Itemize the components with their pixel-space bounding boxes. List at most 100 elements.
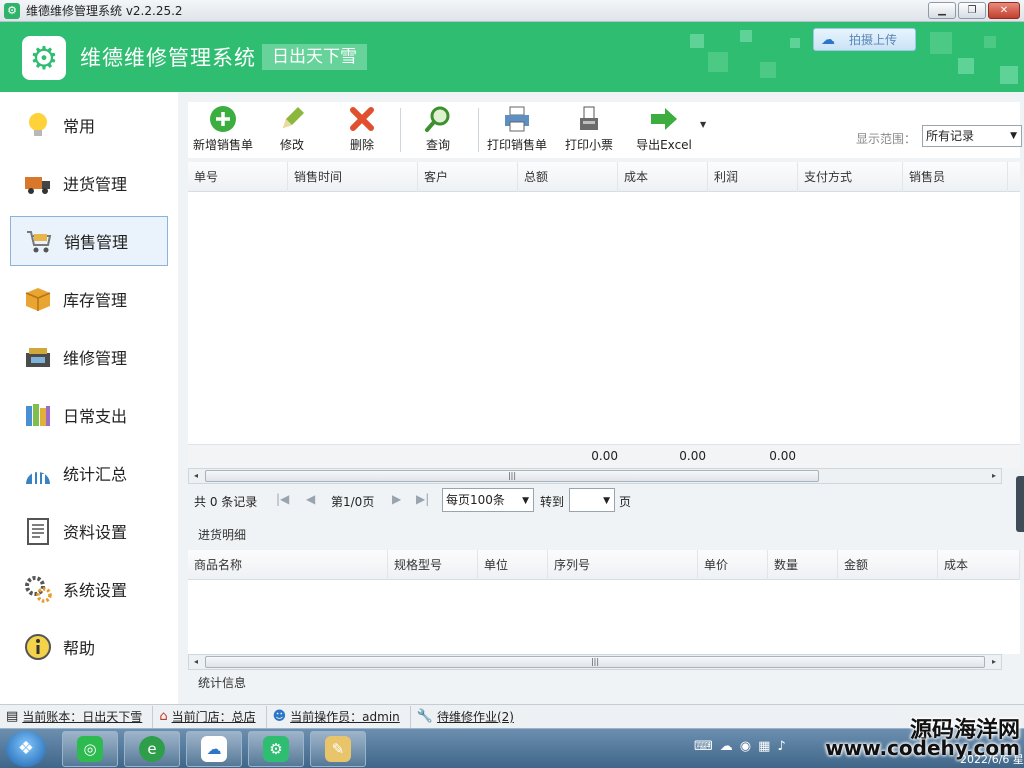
column-header[interactable]: 单号 bbox=[188, 162, 288, 192]
column-header[interactable]: 单价 bbox=[698, 550, 768, 580]
wechat-icon: ◎ bbox=[77, 736, 103, 762]
column-header[interactable]: 总额 bbox=[518, 162, 618, 192]
system-tray: ⌨ ☁ ◉ ▦ ♪ bbox=[694, 739, 786, 754]
detail-grid[interactable]: 商品名称 规格型号 单位 序列号 单价 数量 金额 成本 bbox=[188, 550, 1020, 654]
app-gear-icon: ⚙ bbox=[4, 2, 20, 19]
status-account[interactable]: ▤ 当前账本：日出天下雪 bbox=[0, 705, 154, 728]
print-sale-label: 打印销售单 bbox=[486, 138, 547, 152]
column-header[interactable]: 客户 bbox=[418, 162, 518, 192]
sales-grid[interactable]: 单号 销售时间 客户 总额 成本 利润 支付方式 销售员 bbox=[188, 162, 1020, 444]
sidebar-item-sales[interactable]: 销售管理 bbox=[10, 216, 168, 266]
status-pending-text: 待维修作业(2) bbox=[436, 710, 514, 724]
column-header[interactable]: 支付方式 bbox=[798, 162, 903, 192]
column-header[interactable]: 金额 bbox=[838, 550, 938, 580]
column-header[interactable]: 数量 bbox=[768, 550, 838, 580]
print-receipt-button[interactable]: 打印小票 bbox=[560, 102, 618, 158]
title-bar[interactable]: ⚙ 维德维修管理系统 v2.2.25.2 ▁ ❐ ✕ bbox=[0, 0, 1024, 22]
keyboard-icon[interactable]: ⌨ bbox=[694, 739, 713, 754]
prev-page-icon[interactable]: ◀ bbox=[306, 492, 315, 506]
watermark-line2: www.codehy.com bbox=[825, 736, 1020, 760]
print-sale-button[interactable]: 打印销售单 bbox=[484, 102, 550, 158]
status-pending-repair[interactable]: 🔧 待维修作业(2) bbox=[411, 706, 524, 728]
sidebar-item-data-settings[interactable]: 资料设置 bbox=[10, 506, 168, 556]
minimize-button[interactable]: ▁ bbox=[928, 2, 956, 19]
sidebar-item-repair[interactable]: 维修管理 bbox=[10, 332, 168, 382]
document-icon bbox=[22, 515, 54, 547]
taskbar-app-cloud[interactable]: ☁ bbox=[186, 731, 242, 767]
goto-page-select[interactable]: ▼ bbox=[569, 488, 615, 512]
decor-square bbox=[984, 36, 996, 48]
cloud-upload-button[interactable]: ☁ 拍摄上传 bbox=[813, 28, 916, 51]
column-header[interactable]: 销售时间 bbox=[288, 162, 418, 192]
taskbar-app-browser[interactable]: e bbox=[124, 731, 180, 767]
taskbar-app-wechat[interactable]: ◎ bbox=[62, 731, 118, 767]
sidebar-item-label: 统计汇总 bbox=[63, 465, 128, 484]
decor-square bbox=[930, 32, 952, 54]
status-bar: ▤ 当前账本：日出天下雪 ⌂ 当前门店：总店 ☻ 当前操作员：admin 🔧 待… bbox=[0, 704, 1024, 728]
toolbar-separator bbox=[400, 108, 401, 152]
status-store[interactable]: ⌂ 当前门店：总店 bbox=[153, 705, 267, 728]
window-controls: ▁ ❐ ✕ bbox=[928, 2, 1020, 19]
scroll-left-icon[interactable]: ◂ bbox=[189, 655, 203, 669]
sidebar-item-system-settings[interactable]: 系统设置 bbox=[10, 564, 168, 614]
operator-icon: ☻ bbox=[272, 709, 287, 724]
page-size-select[interactable]: 每页100条 ▼ bbox=[442, 488, 534, 512]
column-header[interactable]: 利润 bbox=[708, 162, 798, 192]
last-page-icon[interactable]: ▶| bbox=[416, 492, 429, 506]
taskbar-app-paint[interactable]: ✎ bbox=[310, 731, 366, 767]
app-gear-icon: ⚙ bbox=[263, 736, 289, 762]
status-operator[interactable]: ☻ 当前操作员：admin bbox=[267, 705, 411, 728]
column-header[interactable]: 商品名称 bbox=[188, 550, 388, 580]
decor-square bbox=[790, 38, 800, 48]
sidebar-item-expense[interactable]: 日常支出 bbox=[10, 390, 168, 440]
detail-horizontal-scrollbar[interactable]: ◂ ||| ▸ bbox=[188, 654, 1002, 670]
sales-horizontal-scrollbar[interactable]: ◂ ||| ▸ bbox=[188, 468, 1002, 484]
page-indicator: 第1/0页 bbox=[331, 495, 375, 509]
wrench-icon: 🔧 bbox=[416, 709, 433, 724]
column-header[interactable]: 成本 bbox=[618, 162, 708, 192]
query-button[interactable]: 查询 bbox=[414, 102, 462, 158]
decor-square bbox=[1000, 66, 1018, 84]
scroll-left-icon[interactable]: ◂ bbox=[189, 469, 203, 483]
sidebar-item-common[interactable]: 常用 bbox=[10, 100, 168, 150]
scroll-right-icon[interactable]: ▸ bbox=[987, 655, 1001, 669]
sidebar-item-help[interactable]: 帮助 bbox=[10, 622, 168, 672]
scrollbar-thumb[interactable]: ||| bbox=[205, 470, 819, 482]
column-header[interactable]: 序列号 bbox=[548, 550, 698, 580]
scroll-right-icon[interactable]: ▸ bbox=[987, 469, 1001, 483]
column-header[interactable]: 成本 bbox=[938, 550, 1020, 580]
side-grip-handle[interactable] bbox=[1016, 476, 1024, 532]
volume-icon[interactable]: ♪ bbox=[777, 739, 785, 754]
box-icon bbox=[22, 283, 54, 315]
app-header: ⚙ 维德维修管理系统 日出天下雪 ☁ 拍摄上传 bbox=[0, 22, 1024, 92]
start-button[interactable]: ❖ bbox=[6, 731, 46, 767]
delete-button[interactable]: 删除 bbox=[338, 102, 386, 158]
column-header[interactable]: 单位 bbox=[478, 550, 548, 580]
cloud-icon[interactable]: ☁ bbox=[720, 739, 733, 754]
restore-button[interactable]: ❐ bbox=[958, 2, 986, 19]
column-header[interactable]: 销售员 bbox=[903, 162, 1008, 192]
export-excel-button[interactable]: 导出Excel bbox=[628, 102, 700, 158]
network-icon[interactable]: ▦ bbox=[758, 739, 770, 754]
new-sale-button[interactable]: 新增销售单 bbox=[190, 102, 256, 158]
new-sale-label: 新增销售单 bbox=[192, 138, 253, 152]
close-button[interactable]: ✕ bbox=[988, 2, 1020, 19]
column-header[interactable]: 规格型号 bbox=[388, 550, 478, 580]
range-select[interactable]: 所有记录 ▼ bbox=[922, 125, 1022, 147]
sidebar-item-inventory[interactable]: 库存管理 bbox=[10, 274, 168, 324]
sidebar-item-statistics[interactable]: 统计汇总 bbox=[10, 448, 168, 498]
edit-button[interactable]: 修改 bbox=[268, 102, 316, 158]
first-page-icon[interactable]: |◀ bbox=[276, 492, 289, 506]
export-dropdown-icon[interactable]: ▼ bbox=[700, 120, 706, 129]
chat-icon[interactable]: ◉ bbox=[740, 739, 751, 754]
scrollbar-thumb[interactable]: ||| bbox=[205, 656, 985, 668]
delete-label: 删除 bbox=[349, 138, 374, 152]
detail-section-label: 进货明细 bbox=[198, 528, 247, 542]
shopping-cart-icon bbox=[23, 225, 55, 257]
next-page-icon[interactable]: ▶ bbox=[392, 492, 401, 506]
sidebar-item-purchase[interactable]: 进货管理 bbox=[10, 158, 168, 208]
export-excel-label: 导出Excel bbox=[636, 138, 692, 152]
app-window: ⚙ 维德维修管理系统 v2.2.25.2 ▁ ❐ ✕ ⚙ 维德维修管理系统 日出… bbox=[0, 0, 1024, 768]
taskbar-app-repair-system[interactable]: ⚙ bbox=[248, 731, 304, 767]
sidebar-item-label: 资料设置 bbox=[63, 523, 128, 542]
